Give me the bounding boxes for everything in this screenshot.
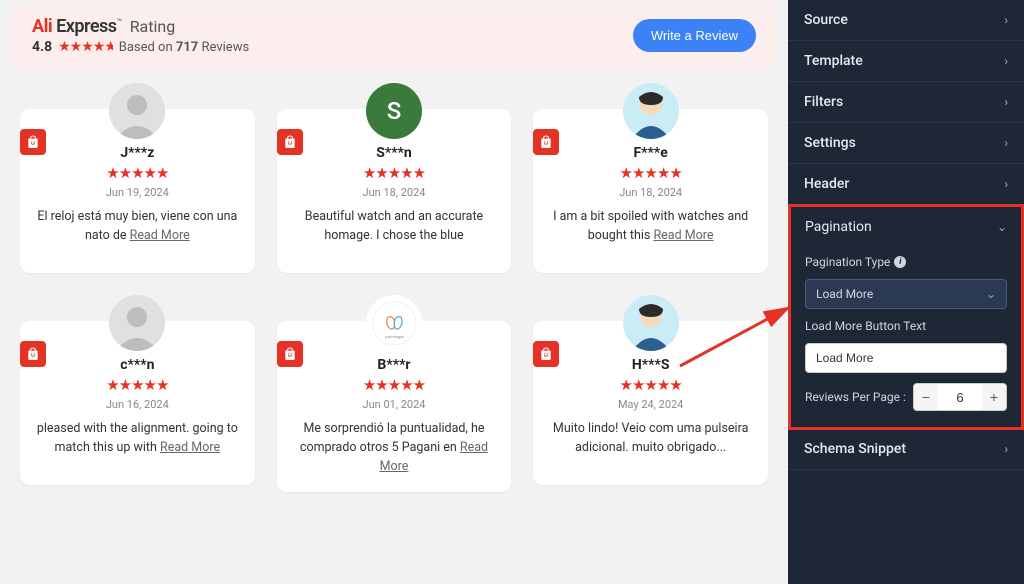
chevron-right-icon: › — [1004, 136, 1008, 150]
chevron-right-icon: › — [1004, 442, 1008, 456]
chevron-right-icon: › — [1004, 54, 1008, 68]
rating-summary: 4.8 ★★★★★ Based on 717 Reviews — [32, 39, 249, 55]
sidebar-panel-label: Template — [804, 53, 863, 69]
rating-stars: ★★★★★ — [58, 39, 113, 55]
review-stars: ★★★★★ — [363, 376, 425, 394]
read-more-link[interactable]: Read More — [130, 228, 190, 243]
rating-header-left: AliExpress™ Rating 4.8 ★★★★★ Based on 71… — [32, 16, 249, 55]
svg-text:psicologia: psicologia — [385, 333, 403, 338]
logo-express: Express™ — [56, 16, 122, 37]
chevron-right-icon: › — [1004, 177, 1008, 191]
reviewer-avatar — [109, 83, 165, 139]
reviewer-name: J***z — [120, 145, 154, 161]
review-text: Muito lindo! Veio com uma pulseira adici… — [547, 420, 754, 458]
review-text: Beautiful watch and an accurate homage. … — [291, 208, 498, 246]
reviews-grid: J***z ★★★★★ Jun 19, 2024 El reloj está muy … — [12, 83, 776, 492]
chevron-down-icon: ⌄ — [986, 287, 996, 301]
chevron-right-icon: › — [1004, 13, 1008, 27]
pagination-panel-header[interactable]: Pagination ⌄ — [791, 207, 1021, 247]
sidebar-panel-template[interactable]: Template › — [788, 41, 1024, 82]
reviews-per-page-stepper: − + — [913, 383, 1007, 411]
review-date: Jun 19, 2024 — [106, 186, 169, 199]
review-date: Jun 01, 2024 — [363, 398, 426, 411]
pagination-type-label: Pagination Type i — [805, 255, 1007, 269]
review-card: psicologia B***r ★★★★★ Jun 01, 2024 Me sorpr… — [277, 295, 512, 492]
sidebar-panel-settings[interactable]: Settings › — [788, 123, 1024, 164]
sidebar-panel-source[interactable]: Source › — [788, 0, 1024, 41]
reviewer-avatar — [623, 295, 679, 351]
reviewer-avatar — [109, 295, 165, 351]
pagination-panel: Pagination ⌄ Pagination Type i Load More… — [788, 204, 1024, 430]
chevron-down-icon: ⌄ — [997, 220, 1007, 234]
rating-score: 4.8 — [32, 39, 52, 55]
sidebar-panel-label: Header — [804, 176, 849, 192]
reviewer-name: S***n — [376, 145, 412, 161]
sidebar-panel-filters[interactable]: Filters › — [788, 82, 1024, 123]
aliexpress-badge-icon — [533, 341, 559, 367]
reviewer-name: c***n — [120, 357, 154, 373]
review-card: H***S ★★★★★ May 24, 2024 Muito lindo! Veio … — [533, 295, 768, 492]
read-more-link[interactable]: Read More — [160, 440, 220, 455]
reviewer-avatar — [623, 83, 679, 139]
review-text: pleased with the alignment. going to mat… — [34, 420, 241, 458]
review-text: I am a bit spoiled with watches and boug… — [547, 208, 754, 246]
pagination-panel-body: Pagination Type i Load More ⌄ Load More … — [791, 247, 1021, 427]
reviewer-avatar: psicologia — [366, 295, 422, 351]
info-icon[interactable]: i — [894, 256, 906, 268]
aliexpress-badge-icon — [20, 341, 46, 367]
review-stars: ★★★★★ — [106, 164, 168, 182]
sidebar-panel-label: Settings — [804, 135, 856, 151]
load-more-text-input[interactable] — [805, 343, 1007, 373]
review-date: Jun 16, 2024 — [106, 398, 169, 411]
aliexpress-badge-icon — [533, 129, 559, 155]
review-card: S S***n ★★★★★ Jun 18, 2024 Beautiful watch a… — [277, 83, 512, 273]
rating-header: AliExpress™ Rating 4.8 ★★★★★ Based on 71… — [12, 2, 776, 69]
main-preview: AliExpress™ Rating 4.8 ★★★★★ Based on 71… — [0, 0, 788, 584]
logo-row: AliExpress™ Rating — [32, 16, 249, 37]
read-more-link[interactable]: Read More — [653, 228, 713, 243]
rating-word: Rating — [130, 17, 176, 36]
review-stars: ★★★★★ — [106, 376, 168, 394]
review-stars: ★★★★★ — [620, 376, 682, 394]
aliexpress-badge-icon — [20, 129, 46, 155]
sidebar-panel-label: Source — [804, 12, 848, 28]
reviewer-avatar: S — [366, 83, 422, 139]
write-review-button[interactable]: Write a Review — [633, 19, 756, 52]
reviewer-name: B***r — [377, 357, 410, 373]
read-more-link[interactable]: Read More — [380, 440, 488, 474]
reviews-per-page-input[interactable] — [938, 384, 982, 410]
review-card: J***z ★★★★★ Jun 19, 2024 El reloj está muy … — [20, 83, 255, 273]
review-text: El reloj está muy bien, viene con una na… — [34, 208, 241, 246]
sidebar-panel-header[interactable]: Header › — [788, 164, 1024, 205]
review-text: Me sorprendió la puntualidad, he comprad… — [291, 420, 498, 476]
review-card: c***n ★★★★★ Jun 16, 2024 pleased with the a… — [20, 295, 255, 492]
stepper-minus-button[interactable]: − — [914, 384, 938, 410]
load-more-text-label: Load More Button Text — [805, 319, 1007, 333]
pagination-title: Pagination — [805, 219, 872, 235]
reviewer-name: H***S — [632, 357, 670, 373]
review-stars: ★★★★★ — [620, 164, 682, 182]
review-date: Jun 18, 2024 — [363, 186, 426, 199]
aliexpress-badge-icon — [277, 129, 303, 155]
sidebar-panel-label: Filters — [804, 94, 843, 110]
chevron-right-icon: › — [1004, 95, 1008, 109]
review-card: F***e ★★★★★ Jun 18, 2024 I am a bit spoiled… — [533, 83, 768, 273]
reviews-per-page-label: Reviews Per Page : — [805, 390, 906, 404]
pagination-type-select[interactable]: Load More ⌄ — [805, 279, 1007, 309]
sidebar-panel-schema-snippet[interactable]: Schema Snippet › — [788, 429, 1024, 470]
logo-ali: Ali — [32, 16, 52, 37]
aliexpress-badge-icon — [277, 341, 303, 367]
reviewer-name: F***e — [634, 145, 668, 161]
sidebar-panel-label: Schema Snippet — [804, 441, 906, 457]
review-date: May 24, 2024 — [618, 398, 683, 411]
review-date: Jun 18, 2024 — [619, 186, 682, 199]
based-on-text: Based on 717 Reviews — [119, 40, 249, 55]
settings-sidebar: Source › Template › Filters › Settings › Header ›… — [788, 0, 1024, 584]
stepper-plus-button[interactable]: + — [982, 384, 1006, 410]
reviews-per-page-row: Reviews Per Page : − + — [805, 383, 1007, 411]
review-stars: ★★★★★ — [363, 164, 425, 182]
